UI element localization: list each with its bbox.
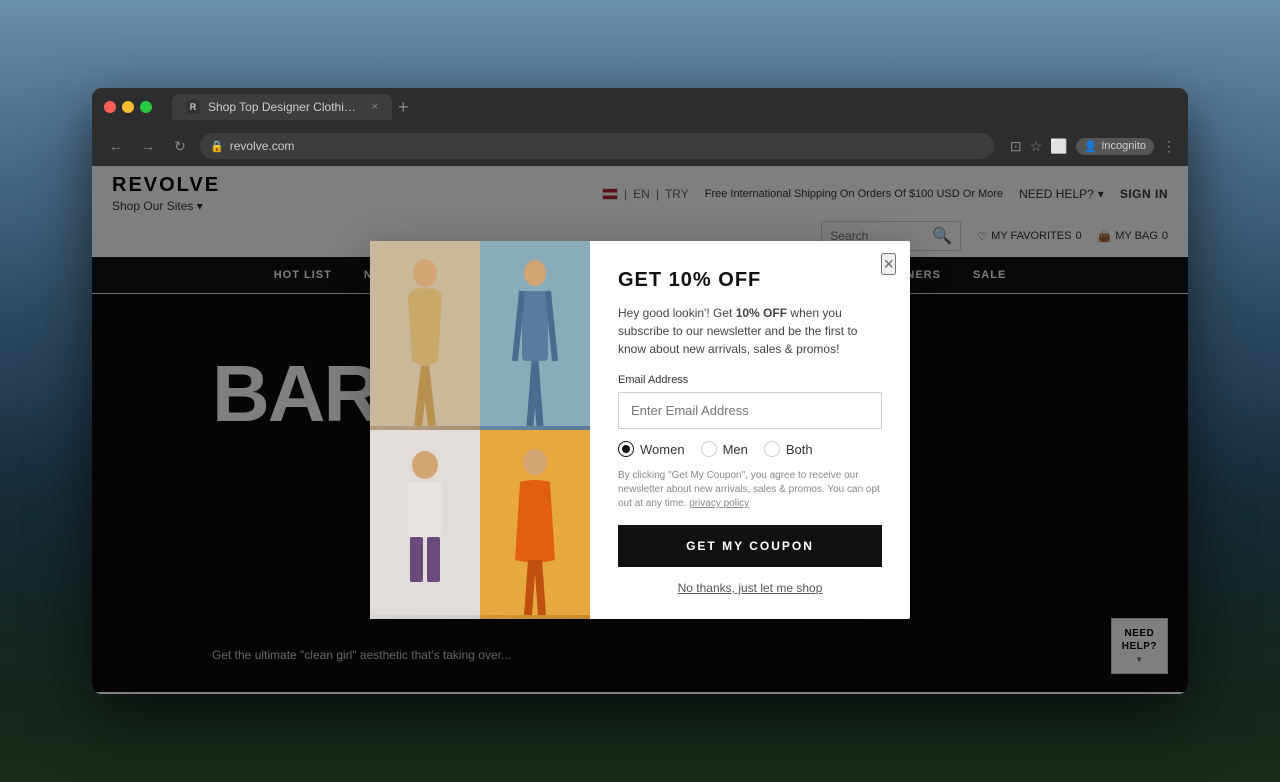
new-tab-button[interactable]: + xyxy=(398,97,409,118)
address-bar[interactable]: 🔒 revolve.com xyxy=(200,133,994,159)
website-content: REVOLVE Shop Our Sites ▾ | EN | TRY Free… xyxy=(92,166,1188,694)
modal-title: GET 10% OFF xyxy=(618,269,882,292)
browser-controls: ← → ↻ 🔒 revolve.com ⊡ ☆ ⬜ 👤 Incognito ⋮ xyxy=(92,126,1188,166)
browser-action-buttons: ⊡ ☆ ⬜ 👤 Incognito ⋮ xyxy=(1010,138,1176,155)
terms-text: By clicking "Get My Coupon", you agree t… xyxy=(618,469,882,511)
back-button[interactable]: ← xyxy=(104,134,128,158)
radio-women-label: Women xyxy=(640,442,685,457)
radio-men-label: Men xyxy=(723,442,748,457)
email-label: Email Address xyxy=(618,374,882,386)
radio-women-circle[interactable] xyxy=(618,441,634,457)
tab-favicon: R xyxy=(186,100,200,114)
modal-image-3 xyxy=(370,430,480,619)
browser-window: R Shop Top Designer Clothing Br... × + ←… xyxy=(92,88,1188,694)
modal-description: Hey good lookin'! Get 10% OFF when you s… xyxy=(618,304,882,358)
radio-both-circle[interactable] xyxy=(764,441,780,457)
incognito-avatar: 👤 xyxy=(1084,140,1098,153)
no-thanks-link[interactable]: No thanks, just let me shop xyxy=(618,581,882,595)
browser-tab[interactable]: R Shop Top Designer Clothing Br... × xyxy=(172,94,392,120)
title-bar: R Shop Top Designer Clothing Br... × + xyxy=(92,88,1188,126)
radio-both[interactable]: Both xyxy=(764,441,813,457)
tab-bar: R Shop Top Designer Clothing Br... × + xyxy=(172,94,1176,120)
modal-images xyxy=(370,241,590,619)
privacy-policy-link[interactable]: privacy policy xyxy=(689,498,749,509)
reload-button[interactable]: ↻ xyxy=(168,134,192,158)
radio-men-circle[interactable] xyxy=(701,441,717,457)
modal-image-1 xyxy=(370,241,480,430)
email-input[interactable] xyxy=(618,392,882,429)
incognito-label: Incognito xyxy=(1101,140,1146,152)
url-text: revolve.com xyxy=(230,139,295,153)
forward-button[interactable]: → xyxy=(136,134,160,158)
maximize-window-button[interactable] xyxy=(140,101,152,113)
more-options-icon[interactable]: ⋮ xyxy=(1162,138,1176,155)
lock-icon: 🔒 xyxy=(210,140,224,153)
tab-title: Shop Top Designer Clothing Br... xyxy=(208,100,360,114)
incognito-badge: 👤 Incognito xyxy=(1076,138,1154,155)
modal-image-2 xyxy=(480,241,590,430)
modal-image-4 xyxy=(480,430,590,619)
bookmark-icon[interactable]: ☆ xyxy=(1030,138,1043,155)
radio-both-label: Both xyxy=(786,442,813,457)
gender-radio-group: Women Men Both xyxy=(618,441,882,457)
traffic-lights xyxy=(104,101,152,113)
radio-men[interactable]: Men xyxy=(701,441,748,457)
coupon-modal: × GET 10% OFF Hey good lookin'! Get 10% … xyxy=(370,241,910,619)
radio-women-dot xyxy=(622,445,630,453)
modal-desc-pre: Hey good lookin'! Get xyxy=(618,306,736,320)
cast-icon[interactable]: ⊡ xyxy=(1010,138,1022,155)
extensions-icon[interactable]: ⬜ xyxy=(1050,138,1067,155)
close-window-button[interactable] xyxy=(104,101,116,113)
modal-overlay[interactable]: × GET 10% OFF Hey good lookin'! Get 10% … xyxy=(92,166,1188,694)
radio-women[interactable]: Women xyxy=(618,441,685,457)
tab-close-button[interactable]: × xyxy=(372,101,378,113)
modal-form: × GET 10% OFF Hey good lookin'! Get 10% … xyxy=(590,241,910,619)
modal-discount: 10% OFF xyxy=(736,306,787,320)
get-coupon-button[interactable]: GET MY COUPON xyxy=(618,525,882,567)
minimize-window-button[interactable] xyxy=(122,101,134,113)
modal-close-button[interactable]: × xyxy=(881,253,896,275)
